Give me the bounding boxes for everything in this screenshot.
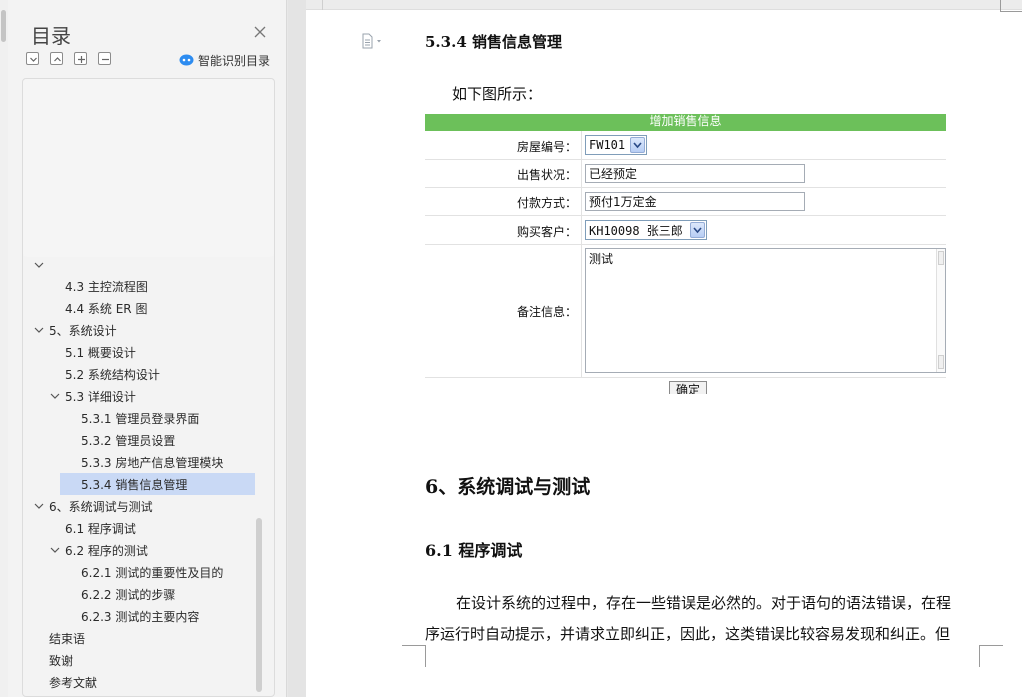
page-gap	[288, 0, 306, 697]
toc-item-label: 5.3 详细设计	[65, 389, 136, 404]
toc-item-label: 6.2.2 测试的步骤	[81, 587, 176, 602]
paragraph-line-2: 序运行时自动提示，并请求立即纠正，因此，这类错误比较容易发现和纠正。但	[425, 625, 951, 643]
plus-icon[interactable]	[74, 52, 87, 65]
form-row-status: 出售状况： 已经预定	[425, 160, 946, 188]
previous-page-bottom	[306, 0, 1022, 10]
toc-item-label: 5.2 系统结构设计	[65, 367, 160, 382]
chevron-down-icon[interactable]	[630, 137, 645, 153]
toc-item-label: 6.1 程序调试	[65, 521, 136, 536]
close-icon[interactable]	[252, 24, 268, 40]
section-heading-5-3-4: 5.3.4 销售信息管理	[425, 33, 562, 51]
collapse-all-icon[interactable]	[26, 52, 39, 65]
margin-corner-mark	[402, 645, 426, 667]
toc-item-6-2-2[interactable]: 6.2.2 测试的步骤	[81, 583, 175, 605]
toc-item-label: 结束语	[49, 631, 86, 646]
toc-item-label: 6.2.3 测试的主要内容	[81, 609, 200, 624]
margin-corner-mark	[979, 645, 1003, 667]
smart-toc-label: 智能识别目录	[198, 53, 271, 68]
page-margin-mark	[322, 0, 323, 10]
toc-item-label: 致谢	[49, 653, 74, 668]
toc-item-thanks[interactable]: 致谢	[49, 649, 73, 671]
toc-item-6[interactable]: 6、系统调试与测试	[33, 495, 153, 517]
toc-item-5-3[interactable]: 5.3 详细设计	[49, 385, 136, 407]
toc-item-6-2-1[interactable]: 6.2.1 测试的重要性及目的	[81, 561, 223, 583]
customer-select[interactable]: KH10098 张三郎	[585, 220, 707, 240]
margin-corner-mark	[1000, 0, 1022, 12]
toc-item-4-4[interactable]: 4.4 系统 ER 图	[65, 297, 147, 319]
left-scrollbar-thumb[interactable]	[1, 10, 6, 42]
expand-all-icon[interactable]	[50, 52, 63, 65]
toc-item-label: 5.3.2 管理员设置	[81, 433, 176, 448]
toc-scrollbar-thumb[interactable]	[256, 518, 262, 692]
toc-item-label: 参考文献	[49, 675, 98, 690]
toc-item-label: 5.3.3 房地产信息管理模块	[81, 455, 224, 470]
chevron-down-icon[interactable]	[33, 259, 45, 271]
minus-icon[interactable]	[98, 52, 111, 65]
chevron-down-icon[interactable]	[49, 390, 61, 402]
confirm-button[interactable]: 确定	[669, 381, 707, 394]
paragraph-line-1: 在设计系统的过程中，存在一些错误是必然的。对于语句的语法错误，在程	[456, 594, 952, 612]
note-textarea-value: 测试	[589, 252, 614, 266]
house-select-value: FW101	[589, 138, 626, 152]
toc-item-6-2-3[interactable]: 6.2.3 测试的主要内容	[81, 605, 199, 627]
smart-toc-button[interactable]: 智能识别目录	[179, 51, 270, 69]
section-heading-6-1: 6.1 程序调试	[425, 541, 523, 560]
toc-item-label: 5.3.1 管理员登录界面	[81, 411, 200, 426]
status-label: 出售状况：	[516, 168, 577, 182]
toc-item-4-3[interactable]: 4.3 主控流程图	[65, 275, 148, 297]
sales-form-figure: 增加销售信息 房屋编号： FW101 出售状况： 已经预定 付款方式： 预付1万…	[425, 114, 946, 394]
toc-item-5-2[interactable]: 5.2 系统结构设计	[65, 363, 160, 385]
toc-item-5-3-1[interactable]: 5.3.1 管理员登录界面	[81, 407, 199, 429]
toc-item-label: 6.2 程序的测试	[65, 543, 148, 558]
form-row-payment: 付款方式： 预付1万定金	[425, 188, 946, 216]
customer-select-value: KH10098 张三郎	[589, 223, 683, 238]
house-label: 房屋编号：	[516, 140, 577, 154]
toc-list-blank-area	[23, 79, 274, 257]
toc-title: 目录	[31, 24, 71, 48]
left-scrollbar[interactable]	[0, 0, 8, 697]
textarea-scrollbar[interactable]	[936, 249, 945, 372]
toc-item-5-3-3[interactable]: 5.3.3 房地产信息管理模块	[81, 451, 223, 473]
form-header: 增加销售信息	[425, 114, 946, 131]
toc-item-5-1[interactable]: 5.1 概要设计	[65, 341, 136, 363]
chevron-down-icon[interactable]	[49, 544, 61, 556]
toc-item-label: 5.1 概要设计	[65, 345, 136, 360]
smart-toc-icon	[179, 54, 194, 66]
toc-item-label: 6.2.1 测试的重要性及目的	[81, 565, 224, 580]
toc-item-references[interactable]: 参考文献	[49, 671, 97, 693]
section-heading-6: 6、系统调试与测试	[425, 476, 591, 498]
toc-item-label: 5.3.4 销售信息管理	[81, 477, 188, 492]
payment-input[interactable]: 预付1万定金	[585, 192, 805, 211]
form-row-customer: 购买客户： KH10098 张三郎	[425, 216, 946, 245]
customer-label: 购买客户：	[516, 225, 577, 239]
toc-item-5-3-4-active[interactable]: 5.3.4 销售信息管理	[60, 473, 255, 495]
status-input[interactable]: 已经预定	[585, 164, 805, 183]
note-label: 备注信息：	[516, 305, 577, 319]
chevron-down-icon[interactable]	[690, 222, 705, 238]
toc-item-label: 5、系统设计	[49, 323, 117, 338]
toc-item-label: 4.4 系统 ER 图	[65, 301, 148, 316]
document-menu-icon[interactable]	[361, 33, 383, 49]
note-textarea[interactable]: 测试	[585, 248, 946, 373]
form-row-house: 房屋编号： FW101	[425, 131, 946, 160]
toc-item-6-2[interactable]: 6.2 程序的测试	[49, 539, 148, 561]
toc-item-conclusion[interactable]: 结束语	[49, 627, 85, 649]
chevron-down-icon[interactable]	[33, 324, 45, 336]
toc-item-6-1[interactable]: 6.1 程序调试	[65, 517, 136, 539]
chevron-down-icon[interactable]	[33, 500, 45, 512]
payment-label: 付款方式：	[516, 196, 577, 210]
intro-text: 如下图所示：	[452, 85, 543, 103]
toc-panel: 目录 智能识别目录 4.3 主控流程图 4.4 系统 ER 图 5、系统设计 5…	[0, 0, 287, 697]
toc-item-label: 6、系统调试与测试	[49, 499, 153, 514]
house-select[interactable]: FW101	[585, 135, 647, 155]
toc-item-5-3-2[interactable]: 5.3.2 管理员设置	[81, 429, 175, 451]
toc-item-5[interactable]: 5、系统设计	[33, 319, 117, 341]
toc-item-label: 4.3 主控流程图	[65, 279, 148, 294]
